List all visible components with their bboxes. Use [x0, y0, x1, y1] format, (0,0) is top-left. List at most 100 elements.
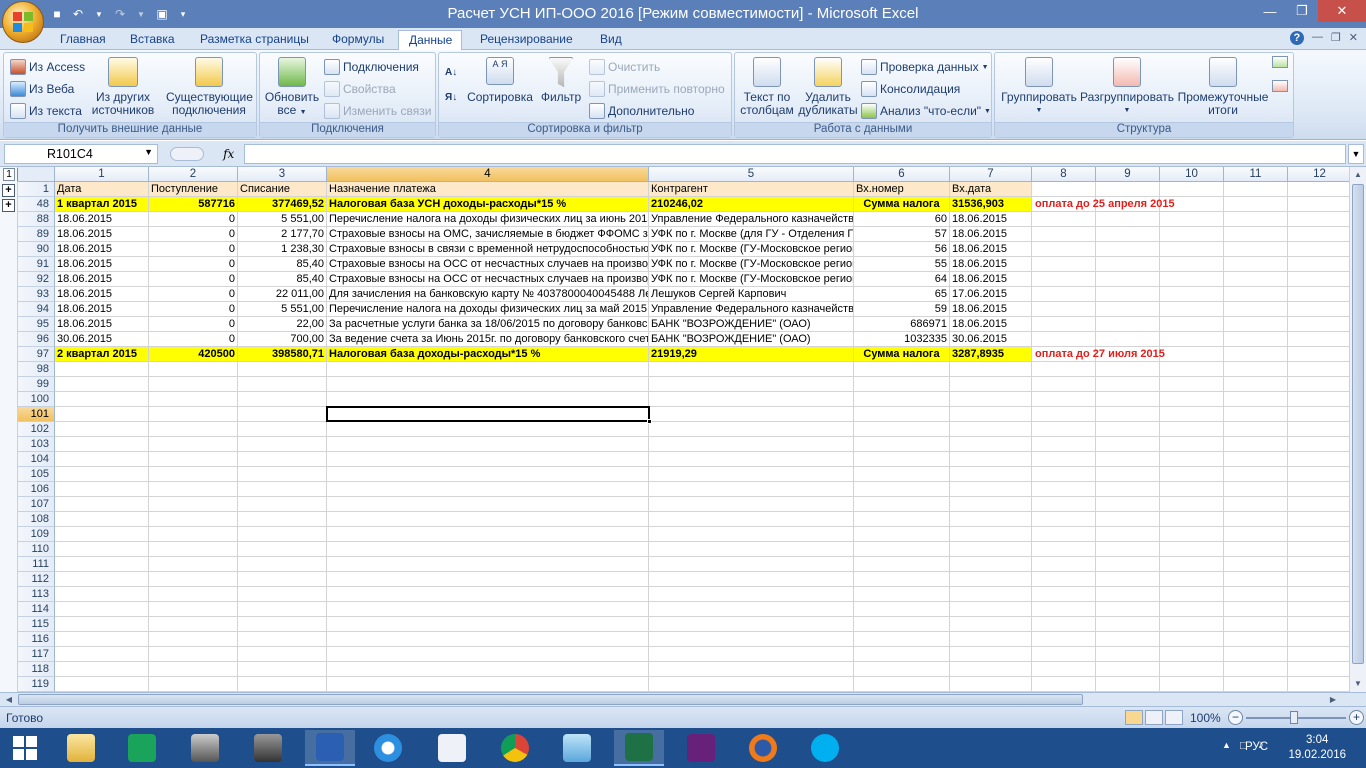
cell[interactable]: 18.06.2015 [950, 272, 1032, 287]
cell[interactable] [1224, 632, 1288, 647]
page-layout-view-icon[interactable] [1145, 710, 1163, 725]
cell[interactable] [55, 452, 149, 467]
cell[interactable]: Назначение платежа [327, 182, 649, 197]
cell[interactable] [149, 482, 238, 497]
cell[interactable] [1032, 617, 1096, 632]
cell[interactable] [1224, 497, 1288, 512]
row-header[interactable]: 119 [18, 677, 55, 692]
cell[interactable] [327, 647, 649, 662]
cell[interactable] [149, 527, 238, 542]
cell[interactable] [854, 572, 950, 587]
cell[interactable] [1224, 182, 1288, 197]
cell[interactable] [1160, 497, 1224, 512]
cell[interactable] [649, 542, 854, 557]
cell[interactable] [1224, 617, 1288, 632]
cell[interactable] [649, 527, 854, 542]
consolidate-button[interactable]: Консолидация [861, 81, 960, 97]
insert-function-icon[interactable]: fx [223, 147, 234, 161]
row-header[interactable]: 92 [18, 272, 55, 287]
cell[interactable]: 21919,29 [649, 347, 854, 362]
cell[interactable]: 18.06.2015 [55, 272, 149, 287]
cell[interactable] [1032, 587, 1096, 602]
cell[interactable]: 18.06.2015 [55, 227, 149, 242]
horizontal-scroll-thumb[interactable] [18, 694, 1083, 705]
cell[interactable] [1288, 422, 1350, 437]
cell[interactable] [238, 377, 327, 392]
cell[interactable] [1224, 572, 1288, 587]
cell[interactable] [1096, 332, 1160, 347]
cell[interactable]: 0 [149, 257, 238, 272]
cell[interactable]: 64 [854, 272, 950, 287]
cell[interactable] [238, 407, 327, 422]
ribbon-close-icon[interactable]: ✕ [1349, 31, 1358, 45]
row-header[interactable]: 113 [18, 587, 55, 602]
cell[interactable] [149, 422, 238, 437]
text-to-columns-button[interactable]: Текст по столбцам [737, 57, 797, 117]
clear-filter-button[interactable]: Очистить [589, 59, 660, 75]
row-header[interactable]: 116 [18, 632, 55, 647]
cell[interactable]: 0 [149, 287, 238, 302]
cell[interactable] [1160, 557, 1224, 572]
cell[interactable] [55, 647, 149, 662]
cell[interactable] [649, 662, 854, 677]
cell[interactable] [1288, 362, 1350, 377]
cell[interactable] [55, 467, 149, 482]
cell[interactable] [1288, 602, 1350, 617]
cell[interactable]: За расчетные услуги банка за 18/06/2015 … [327, 317, 649, 332]
cell[interactable] [1224, 557, 1288, 572]
cell[interactable] [649, 497, 854, 512]
cell[interactable] [1288, 287, 1350, 302]
cell[interactable] [649, 647, 854, 662]
cell[interactable] [327, 602, 649, 617]
vertical-scrollbar[interactable]: ▲ ▼ [1349, 167, 1366, 692]
cell[interactable] [327, 572, 649, 587]
cell[interactable] [55, 497, 149, 512]
subtotal-button[interactable]: Промежуточные итоги [1175, 57, 1271, 117]
cell[interactable] [1096, 662, 1160, 677]
cell[interactable] [950, 542, 1032, 557]
cell[interactable] [1032, 407, 1096, 422]
select-all-corner[interactable] [18, 167, 55, 182]
cell[interactable] [1224, 587, 1288, 602]
cell[interactable] [1160, 317, 1224, 332]
cell[interactable] [327, 467, 649, 482]
cell[interactable] [950, 617, 1032, 632]
taskbar-chrome[interactable] [490, 730, 540, 766]
cell[interactable] [649, 557, 854, 572]
cell[interactable] [950, 602, 1032, 617]
cell[interactable] [55, 557, 149, 572]
cell[interactable]: 1 квартал 2015 [55, 197, 149, 212]
cell[interactable] [327, 677, 649, 692]
row-header[interactable]: 118 [18, 662, 55, 677]
cell[interactable] [1032, 227, 1096, 242]
column-header[interactable]: 4 [327, 167, 649, 182]
cell[interactable] [1032, 287, 1096, 302]
row-header[interactable]: 111 [18, 557, 55, 572]
cell[interactable]: Лешуков Сергей Карпович [649, 287, 854, 302]
cell[interactable]: Вх.номер [854, 182, 950, 197]
cell[interactable] [1288, 557, 1350, 572]
cell[interactable]: 60 [854, 212, 950, 227]
cell[interactable] [1224, 527, 1288, 542]
restore-icon[interactable]: ❐ [1286, 0, 1318, 22]
row-header[interactable]: 48 [18, 197, 55, 212]
cell[interactable] [1288, 302, 1350, 317]
cell[interactable]: 18.06.2015 [950, 212, 1032, 227]
cell[interactable] [1096, 392, 1160, 407]
cell[interactable]: 0 [149, 242, 238, 257]
cell[interactable] [238, 422, 327, 437]
cell[interactable] [1288, 482, 1350, 497]
row-header[interactable]: 95 [18, 317, 55, 332]
cell[interactable] [238, 617, 327, 632]
cell[interactable]: 210246,02 [649, 197, 854, 212]
cell[interactable] [1224, 452, 1288, 467]
cell[interactable] [238, 467, 327, 482]
cell[interactable] [1160, 647, 1224, 662]
horizontal-scrollbar[interactable]: ◀ ▶ [0, 692, 1366, 706]
row-header[interactable]: 1 [18, 182, 55, 197]
cell[interactable]: 22,00 [238, 317, 327, 332]
taskbar-firefox[interactable] [738, 730, 788, 766]
scroll-right-icon[interactable]: ▶ [1326, 693, 1340, 707]
cell[interactable] [238, 392, 327, 407]
cell[interactable] [1160, 257, 1224, 272]
